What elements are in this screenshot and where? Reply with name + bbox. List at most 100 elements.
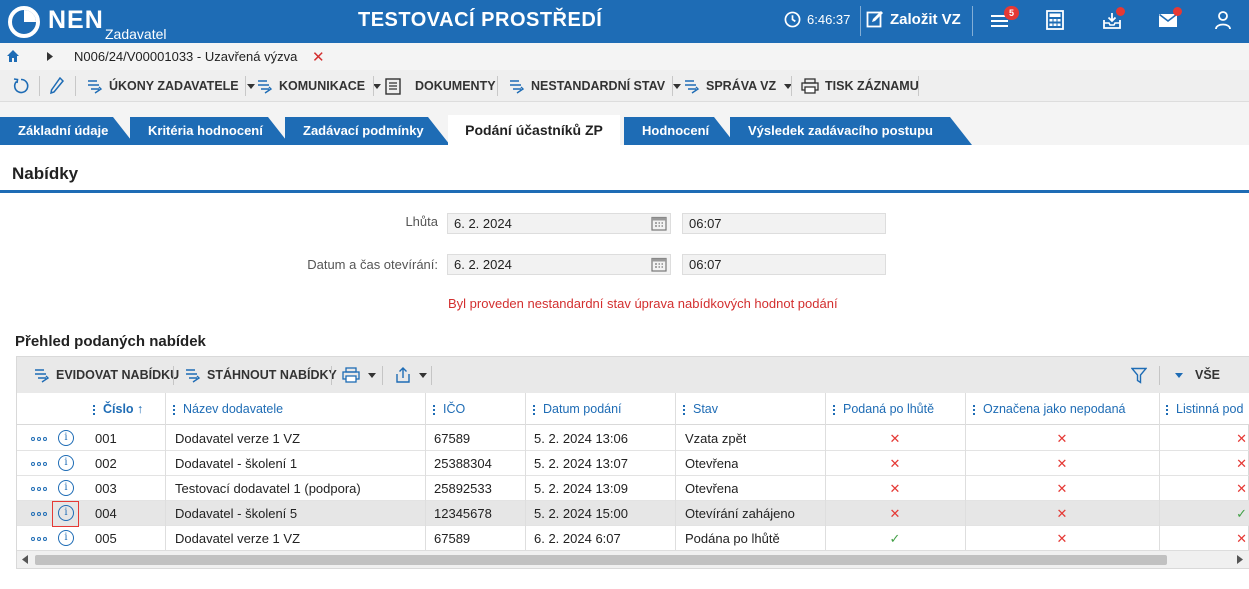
tab-podani-ucastniku[interactable]: Podání účastníků ZP bbox=[448, 115, 620, 145]
refresh-button[interactable] bbox=[12, 70, 30, 102]
table-row[interactable]: i 003 Testovací dodavatel 1 (podpora) 25892… bbox=[17, 476, 1249, 501]
cell-stav: Podána po lhůtě bbox=[685, 531, 780, 546]
cell-cislo: 001 bbox=[95, 431, 117, 446]
tab-kriteria-hodnoceni[interactable]: Kritéria hodnocení bbox=[130, 117, 290, 145]
cell-stav: Otevřena bbox=[685, 456, 739, 471]
actions-icon bbox=[685, 80, 700, 94]
menu-button[interactable]: 5 bbox=[990, 6, 1019, 32]
inbox-button[interactable] bbox=[1102, 7, 1126, 32]
new-vz-button[interactable]: Založit VZ bbox=[866, 10, 961, 28]
offers-grid: EVIDOVAT NABÍDKU STÁHNOUT NABÍDKY VŠE Čí… bbox=[16, 356, 1249, 569]
cross-icon: ✕ bbox=[889, 481, 901, 496]
home-icon[interactable] bbox=[6, 49, 20, 63]
scroll-left-icon[interactable] bbox=[22, 555, 28, 564]
evidovat-nabidku-button[interactable]: EVIDOVAT NABÍDKU bbox=[34, 357, 179, 393]
nestandardni-stav-menu[interactable]: NESTANDARDNÍ STAV bbox=[509, 70, 682, 102]
header-divider bbox=[860, 6, 861, 36]
column-datum[interactable]: Datum podání bbox=[533, 393, 675, 425]
stahnout-nabidky-button[interactable]: STÁHNOUT NABÍDKY bbox=[185, 357, 337, 393]
print-menu[interactable] bbox=[342, 357, 376, 393]
tab-vysledek[interactable]: Výsledek zadávacího postupu bbox=[730, 117, 972, 145]
scroll-right-icon[interactable] bbox=[1237, 555, 1243, 564]
actions-icon bbox=[186, 369, 201, 383]
ukony-zadavatele-menu[interactable]: ÚKONY ZADAVATELE bbox=[87, 70, 255, 102]
clock-text: 6:46:37 bbox=[807, 12, 851, 27]
horizontal-scrollbar[interactable] bbox=[17, 550, 1249, 568]
calculator-button[interactable] bbox=[1046, 10, 1070, 32]
column-menu-icon[interactable] bbox=[533, 403, 536, 417]
calendar-icon[interactable] bbox=[651, 257, 667, 272]
otevirani-date-input[interactable]: 6. 2. 2024 bbox=[447, 254, 671, 275]
cell-cislo: 004 bbox=[95, 506, 117, 521]
row-actions-icon[interactable] bbox=[31, 437, 47, 441]
column-menu-icon[interactable] bbox=[1166, 403, 1169, 417]
breadcrumb: N006/24/V00001033 - Uzavřená výzva ✕ bbox=[0, 43, 1249, 70]
row-actions-icon[interactable] bbox=[31, 512, 47, 516]
tab-zadavaci-podminky[interactable]: Zadávací podmínky bbox=[285, 117, 450, 145]
row-actions-icon[interactable] bbox=[31, 537, 47, 541]
view-select[interactable]: VŠE bbox=[1173, 357, 1220, 393]
cell-stav: Vzata zpět bbox=[685, 431, 747, 446]
edit-button[interactable] bbox=[50, 70, 64, 102]
sprava-vz-menu[interactable]: SPRÁVA VZ bbox=[684, 70, 793, 102]
cell-cislo: 005 bbox=[95, 531, 117, 546]
filter-button[interactable] bbox=[1131, 357, 1147, 393]
column-divider bbox=[1159, 393, 1160, 550]
column-menu-icon[interactable] bbox=[973, 403, 976, 417]
column-divider bbox=[525, 393, 526, 550]
row-actions-icon[interactable] bbox=[31, 487, 47, 491]
table-row[interactable]: i 004 Dodavatel - školení 5 12345678 5. 2. 2… bbox=[17, 501, 1249, 527]
dokumenty-button[interactable]: DOKUMENTY bbox=[385, 70, 496, 102]
info-icon[interactable]: i bbox=[58, 505, 74, 521]
row-actions-icon[interactable] bbox=[31, 462, 47, 466]
info-icon[interactable]: i bbox=[58, 530, 74, 546]
info-icon[interactable]: i bbox=[58, 455, 74, 471]
close-icon[interactable]: ✕ bbox=[312, 48, 325, 66]
column-menu-icon[interactable] bbox=[683, 403, 686, 417]
info-icon[interactable]: i bbox=[58, 480, 74, 496]
table-row[interactable]: i 005 Dodavatel verze 1 VZ 67589 6. 2. 2024 … bbox=[17, 526, 1249, 551]
export-menu[interactable] bbox=[395, 357, 427, 393]
tab-zakladni-udaje[interactable]: Základní údaje bbox=[0, 117, 135, 145]
toolbar-divider bbox=[245, 76, 246, 96]
column-listinna[interactable]: Listinná pod bbox=[1166, 393, 1249, 425]
toolbar-divider bbox=[791, 76, 792, 96]
cell-ico: 67589 bbox=[434, 531, 471, 546]
column-ico[interactable]: IČO bbox=[433, 393, 525, 425]
cross-icon: ✕ bbox=[1056, 531, 1068, 546]
overview-title: Přehled podaných nabídek bbox=[15, 333, 206, 350]
cross-icon: ✕ bbox=[1056, 431, 1068, 446]
column-oznacena[interactable]: Označena jako nepodaná bbox=[973, 393, 1159, 425]
komunikace-menu[interactable]: KOMUNIKACE bbox=[257, 70, 382, 102]
chevron-down-icon bbox=[1175, 372, 1183, 378]
column-nazev[interactable]: Název dodavatele bbox=[173, 393, 425, 425]
komunikace-label: KOMUNIKACE bbox=[279, 79, 366, 93]
table-row[interactable]: i 001 Dodavatel verze 1 VZ 67589 5. 2. 2024 … bbox=[17, 426, 1249, 451]
tisk-zaznamu-button[interactable]: TISK ZÁZNAMU bbox=[801, 70, 919, 102]
column-podana[interactable]: Podaná po lhůtě bbox=[833, 393, 965, 425]
cell-cislo: 002 bbox=[95, 456, 117, 471]
lhuta-date-input[interactable]: 6. 2. 2024 bbox=[447, 213, 671, 234]
table-row[interactable]: i 002 Dodavatel - školení 1 25388304 5. 2. 2… bbox=[17, 451, 1249, 476]
tab-hodnoceni[interactable]: Hodnocení bbox=[624, 117, 736, 145]
logo-text: NEN bbox=[48, 6, 104, 34]
column-menu-icon[interactable] bbox=[433, 403, 436, 417]
column-menu-icon[interactable] bbox=[173, 403, 176, 417]
grid-toolbar-divider bbox=[382, 366, 383, 385]
otevirani-time-input[interactable]: 06:07 bbox=[682, 254, 886, 275]
user-button[interactable] bbox=[1214, 10, 1238, 32]
grid-toolbar-divider bbox=[1159, 366, 1160, 385]
mail-button[interactable] bbox=[1158, 7, 1182, 32]
cell-stav: Otevírání zahájeno bbox=[685, 506, 795, 521]
column-stav[interactable]: Stav bbox=[683, 393, 825, 425]
lhuta-time-input[interactable]: 06:07 bbox=[682, 213, 886, 234]
breadcrumb-current[interactable]: N006/24/V00001033 - Uzavřená výzva bbox=[74, 49, 297, 64]
column-cislo[interactable]: Číslo ↑ bbox=[93, 393, 165, 425]
column-menu-icon[interactable] bbox=[833, 403, 836, 417]
cell-nazev: Testovací dodavatel 1 (podpora) bbox=[175, 481, 361, 496]
scrollbar-thumb[interactable] bbox=[35, 555, 1167, 565]
column-menu-icon[interactable] bbox=[93, 403, 96, 417]
info-icon[interactable]: i bbox=[58, 430, 74, 446]
calendar-icon[interactable] bbox=[651, 216, 667, 231]
tisk-label: TISK ZÁZNAMU bbox=[825, 79, 919, 93]
